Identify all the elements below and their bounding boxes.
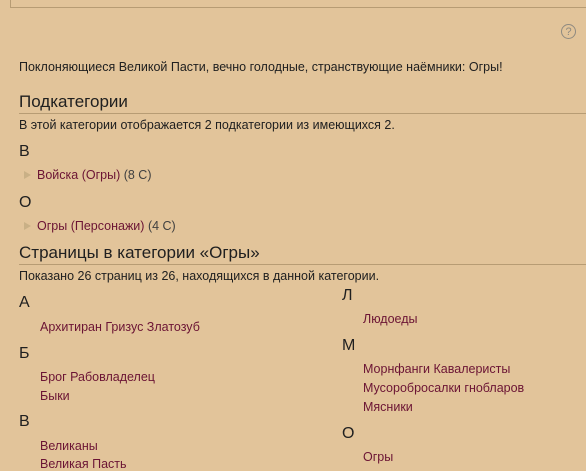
page-link[interactable]: Людоеды (363, 312, 418, 326)
subcategory-letter-v: В (19, 143, 30, 160)
expand-triangle-icon[interactable] (24, 171, 31, 179)
help-icon[interactable]: ? (561, 24, 576, 39)
pages-heading: Страницы в категории «Огры» (19, 243, 586, 265)
pages-info: Показано 26 страниц из 26, находящихся в… (19, 269, 380, 283)
subcategory-item: Огры (Персонажи) (4 С) (24, 219, 176, 233)
page-link[interactable]: Огры (363, 450, 393, 464)
pages-letter-m: М (342, 337, 356, 354)
pages-letter-b: Б (19, 345, 30, 362)
category-description: Поклоняющиеся Великой Пасти, вечно голод… (19, 60, 503, 74)
pages-letter-v: В (19, 413, 30, 430)
page-link[interactable]: Морнфанги Кавалеристы (363, 362, 510, 376)
subcategories-heading: Подкатегории (19, 92, 586, 114)
subcategory-link-voiska[interactable]: Войска (Огры) (37, 168, 120, 182)
subcategory-letter-o: О (19, 194, 32, 211)
page-link[interactable]: Быки (40, 389, 70, 403)
pages-letter-l: Л (342, 287, 353, 304)
page-link[interactable]: Мусоробросалки гнобларов (363, 381, 524, 395)
pages-letter-o: О (342, 425, 355, 442)
subcategories-info: В этой категории отображается 2 подкатег… (19, 118, 395, 132)
page-link[interactable]: Великаны (40, 439, 98, 453)
pages-letter-a: А (19, 294, 30, 311)
subcategory-count: (8 С) (123, 168, 152, 182)
page-link[interactable]: Великая Пасть (40, 457, 127, 471)
subcategory-link-ogry-personazhi[interactable]: Огры (Персонажи) (37, 219, 144, 233)
page-link[interactable]: Мясники (363, 400, 413, 414)
subcategory-count: (4 С) (147, 219, 176, 233)
page-link[interactable]: Архитиран Гризус Златозуб (40, 320, 200, 334)
expand-triangle-icon[interactable] (24, 222, 31, 230)
subcategory-item: Войска (Огры) (8 С) (24, 168, 152, 182)
content-frame-top (10, 0, 586, 8)
page-link[interactable]: Брог Рабовладелец (40, 370, 155, 384)
